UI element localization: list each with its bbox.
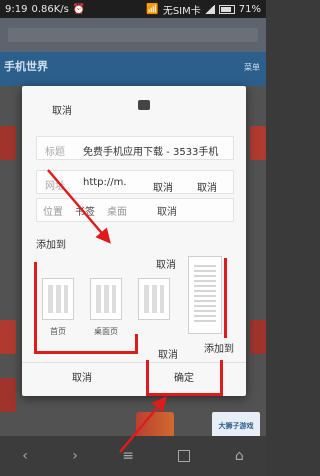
status-speed: 0.86K/s [31, 3, 69, 15]
position-tab-bookmark[interactable]: 书签 [69, 203, 101, 218]
option-home[interactable] [42, 278, 74, 320]
app-thumbnail [250, 126, 266, 160]
add-to-secondary-label: 添加到 [204, 344, 234, 355]
option-desktop[interactable] [90, 278, 122, 320]
cancel-button[interactable]: 取消 [52, 368, 112, 390]
option-desktop-label: 桌面页 [94, 327, 118, 336]
battery-percent: 71% [238, 3, 261, 15]
folder-icon [138, 100, 150, 110]
confirm-button[interactable]: 确定 [154, 368, 214, 390]
battery-icon [218, 4, 235, 14]
options-cancel-button[interactable]: 取消 [156, 256, 176, 271]
carrier-text: 无SIM卡 [162, 5, 201, 17]
tabs-icon[interactable] [178, 450, 191, 462]
url-value: http://m. [83, 177, 127, 188]
app-thumbnail [0, 320, 16, 354]
title-label: 标题 [45, 147, 65, 158]
footer-divider [22, 362, 246, 363]
top-cancel-button[interactable]: 取消 [52, 102, 72, 117]
annotation-confirm-right [220, 360, 223, 396]
option-home-label: 首页 [50, 327, 66, 336]
option-bookmark[interactable] [138, 278, 170, 320]
status-time: 9:19 [5, 3, 28, 15]
title-field[interactable]: 标题 免费手机应用下载 - 3533手机 [36, 136, 234, 160]
forward-icon[interactable]: › [72, 448, 78, 464]
url-cancel-button-2[interactable]: 取消 [197, 179, 217, 194]
menu-icon[interactable]: ≡ [122, 448, 134, 464]
position-cancel-button[interactable]: 取消 [151, 203, 183, 218]
title-value: 免费手机应用下载 - 3533手机 [83, 147, 219, 158]
site-menu-label: 菜单 [244, 63, 260, 72]
url-label: 网址 [45, 181, 65, 192]
position-label: 位置 [43, 206, 63, 218]
annotation-box-left [34, 262, 37, 354]
url-field-background [8, 28, 258, 42]
url-field[interactable]: 网址 http://m. 取消 取消 [36, 170, 234, 194]
site-header: 手机世界 菜单 [0, 52, 266, 86]
option-list[interactable] [188, 256, 222, 334]
annotation-box-right [135, 334, 138, 354]
browser-url-bar [0, 18, 266, 52]
wifi-icon: 📶 [146, 3, 159, 15]
annotation-box-list-right [224, 258, 227, 338]
position-tab-home[interactable]: 桌面 [101, 203, 133, 218]
home-icon[interactable]: ⌂ [235, 448, 244, 464]
site-logo: 手机世界 [4, 60, 48, 73]
back-icon[interactable]: ‹ [22, 448, 28, 464]
cancel-below-options-button[interactable]: 取消 [158, 346, 178, 361]
add-to-label: 添加到 [36, 240, 66, 251]
annotation-confirm-bottom [146, 393, 223, 396]
signal-icon [204, 4, 215, 14]
app-thumbnail [0, 126, 16, 160]
annotation-box-bottom [34, 351, 138, 354]
app-thumbnail [0, 378, 16, 412]
position-field[interactable]: 位置 书签 桌面 取消 [36, 198, 234, 222]
app-thumbnail [250, 320, 266, 354]
add-bookmark-dialog: 取消 标题 免费手机应用下载 - 3533手机 网址 http://m. 取消 … [22, 86, 246, 396]
url-cancel-button[interactable]: 取消 [153, 179, 173, 194]
annotation-confirm-left [146, 360, 149, 396]
game-thumbnail [136, 412, 174, 438]
status-bar: 9:19 0.86K/s ⏰ 📶 无SIM卡 71% [0, 0, 266, 18]
browser-nav-bar: ‹ › ≡ ⌂ [0, 436, 266, 476]
alarm-icon: ⏰ [72, 3, 86, 15]
